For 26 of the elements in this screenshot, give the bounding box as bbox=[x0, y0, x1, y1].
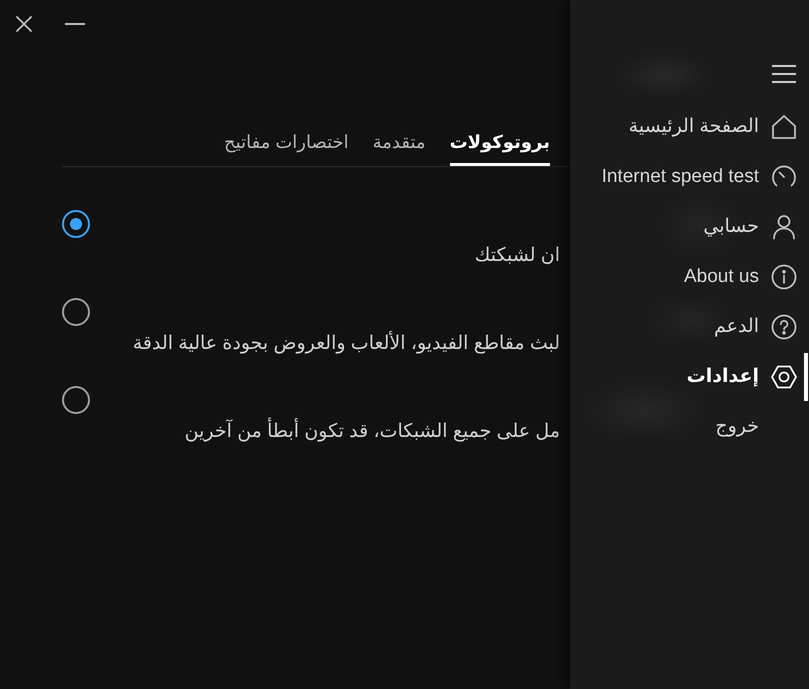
option-description: لبث مقاطع الفيديو، الألعاب والعروض بجودة عالية الدقة bbox=[62, 332, 560, 356]
nav-item[interactable]: الدعم bbox=[714, 314, 797, 340]
radio-button[interactable] bbox=[62, 386, 90, 414]
nav-item[interactable]: Internet speed test bbox=[602, 164, 797, 190]
minimize-icon bbox=[65, 23, 85, 25]
radio-button[interactable] bbox=[62, 210, 90, 238]
home-icon bbox=[771, 114, 797, 140]
radio-button[interactable] bbox=[62, 298, 90, 326]
menu-button[interactable] bbox=[772, 65, 796, 83]
close-button[interactable] bbox=[16, 16, 32, 32]
nav-item[interactable]: خروج bbox=[715, 414, 759, 440]
nav-item[interactable]: الصفحة الرئيسية bbox=[628, 114, 797, 140]
nav-item[interactable]: حسابي bbox=[703, 214, 797, 240]
person-icon bbox=[771, 214, 797, 240]
nav-item[interactable]: إعدادات bbox=[686, 364, 797, 390]
settings-icon bbox=[771, 364, 797, 390]
menu-icon bbox=[772, 65, 796, 83]
tab[interactable]: بروتوكولات bbox=[450, 130, 550, 166]
tab[interactable]: متقدمة bbox=[372, 130, 426, 166]
tab[interactable]: اختصارات مفاتيح bbox=[224, 130, 349, 166]
nav-item[interactable]: About us bbox=[684, 264, 797, 290]
info-icon bbox=[771, 264, 797, 290]
option-description: ان لشبكتك bbox=[474, 244, 560, 268]
option-description: مل على جميع الشبكات، قد تكون أبطأ من آخرين bbox=[62, 420, 560, 444]
close-icon bbox=[16, 16, 32, 32]
help-icon bbox=[771, 314, 797, 340]
